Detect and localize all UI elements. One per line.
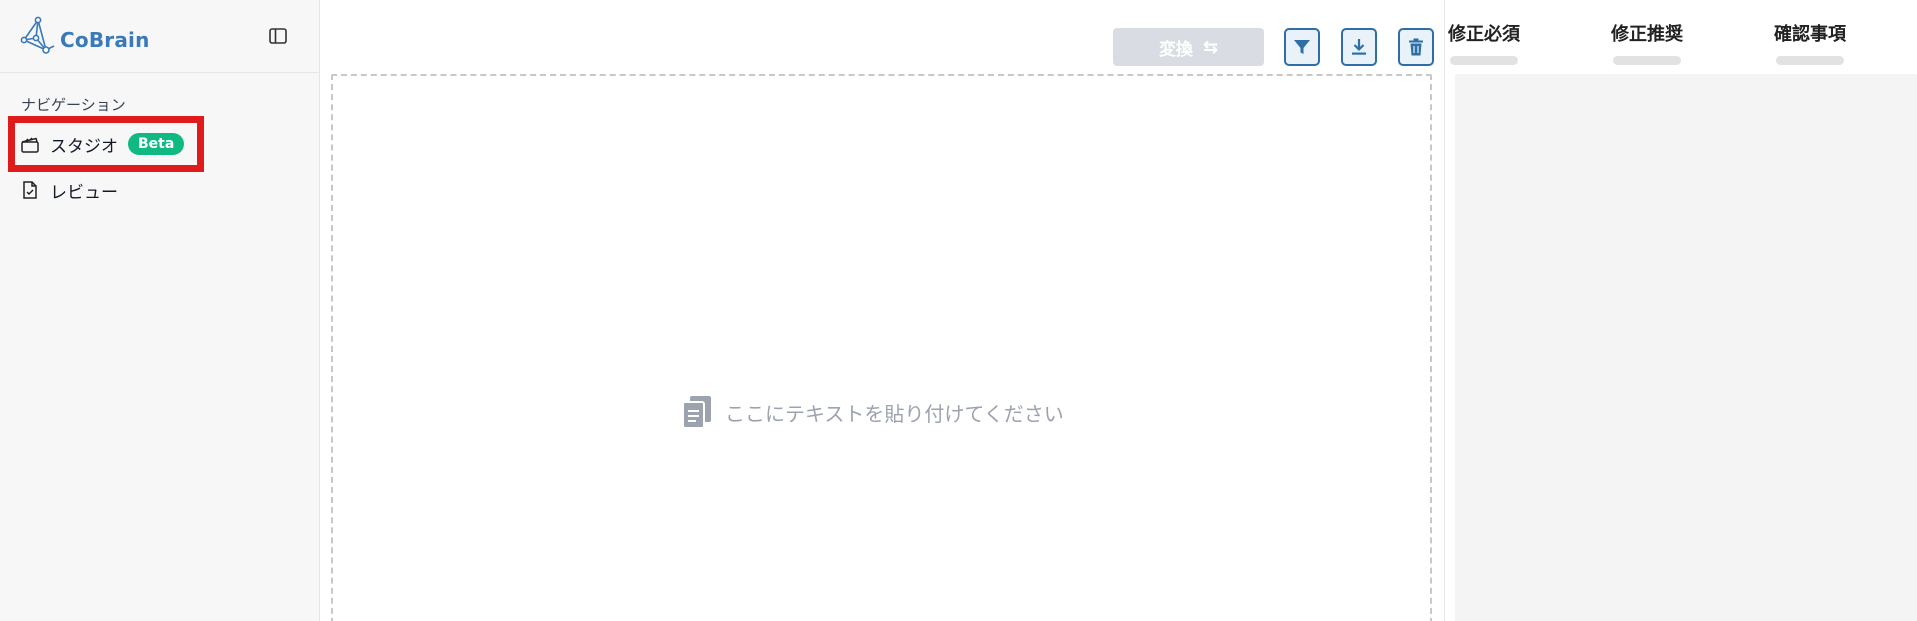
download-icon — [1352, 39, 1366, 55]
tab-indicator — [1450, 56, 1518, 65]
brand-name: CoBrain — [60, 28, 150, 52]
text-drop-zone[interactable] — [331, 74, 1432, 621]
download-button[interactable] — [1341, 28, 1377, 66]
filter-icon — [1294, 40, 1310, 54]
tab-indicator — [1776, 56, 1844, 65]
tab-recommended-fixes[interactable]: 修正推奨 — [1587, 20, 1707, 65]
paste-hint: ここにテキストを貼り付けてください — [681, 394, 1064, 430]
filter-button[interactable] — [1284, 28, 1320, 66]
paste-icon — [682, 396, 711, 429]
editor-area: 変換 ⇆ ここにテキストを貼り付けてください — [321, 0, 1444, 621]
paste-placeholder-text: ここにテキストを貼り付けてください — [725, 401, 1064, 426]
tab-confirm-items[interactable]: 確認事項 — [1750, 20, 1870, 65]
tab-required-fixes[interactable]: 修正必須 — [1424, 20, 1544, 65]
sidebar-header: CoBrain — [0, 0, 320, 73]
file-check-icon — [23, 181, 37, 199]
sidebar-item-review[interactable]: レビュー — [20, 174, 118, 206]
trash-icon — [1409, 38, 1423, 56]
sidebar-toggle-icon[interactable] — [268, 26, 288, 46]
app-window: CoBrain ナビゲーション スタジオ Beta レビュー 変換 ⇆ ここにテ… — [0, 0, 1917, 621]
tab-label: 確認事項 — [1774, 24, 1846, 45]
sidebar: CoBrain ナビゲーション スタジオ Beta レビュー — [0, 0, 320, 621]
tab-label: 修正推奨 — [1611, 24, 1683, 45]
nav-section-label: ナビゲーション — [21, 96, 126, 114]
sidebar-item-label: レビュー — [50, 182, 118, 203]
results-list-area — [1455, 74, 1917, 621]
convert-button[interactable]: 変換 ⇆ — [1113, 28, 1264, 66]
convert-button-label: 変換 — [1158, 39, 1193, 60]
highlight-annotation — [8, 116, 204, 172]
swap-arrows-icon: ⇆ — [1202, 36, 1219, 58]
cobrain-logo-icon — [20, 16, 55, 54]
tab-label: 修正必須 — [1448, 24, 1520, 45]
tab-indicator — [1613, 56, 1681, 65]
